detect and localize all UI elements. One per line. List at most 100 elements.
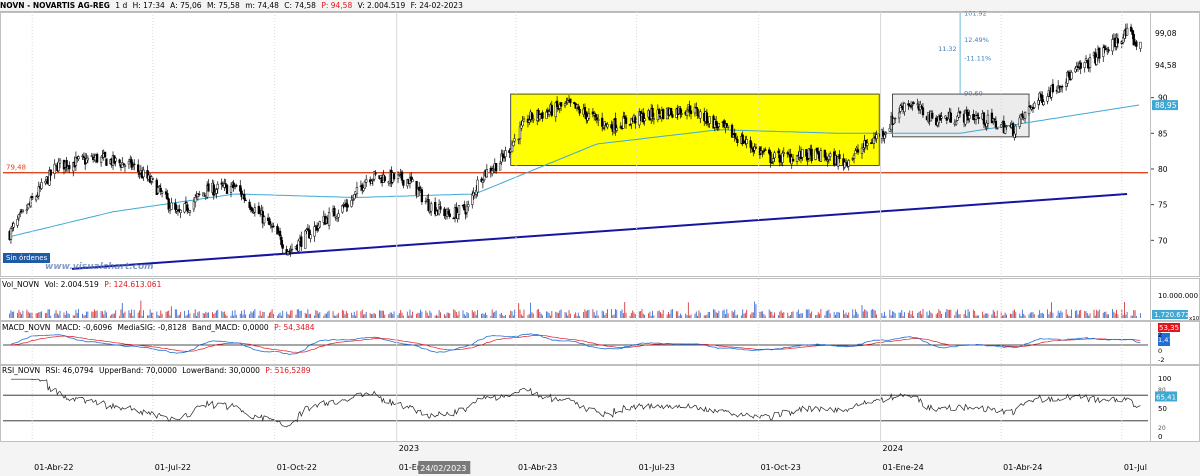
- candle-body: [893, 117, 897, 120]
- candle-body: [838, 154, 841, 160]
- candle-body: [118, 159, 121, 164]
- candle-body: [1086, 60, 1089, 64]
- candle-body: [773, 152, 776, 159]
- candle-body: [467, 204, 470, 208]
- rsi-tag-20: 20: [1158, 425, 1166, 432]
- candle-body: [658, 108, 661, 115]
- rsi-tick-label: 100: [1158, 375, 1171, 383]
- candle-body: [82, 156, 86, 158]
- candle-body: [365, 179, 368, 183]
- candle-body: [862, 147, 865, 150]
- candle-body: [1037, 100, 1040, 105]
- candle-body: [363, 181, 367, 189]
- volume-tick-label: 10.000.000: [1158, 292, 1198, 300]
- candle-body: [958, 111, 962, 114]
- candle-body: [652, 118, 656, 120]
- candle-body: [911, 104, 914, 106]
- fib-label: 90.60: [964, 89, 983, 97]
- price-tick-label: 80: [1158, 165, 1168, 174]
- candle-body: [782, 152, 785, 155]
- candle-body: [628, 124, 632, 126]
- candle-body: [95, 154, 99, 163]
- candle-body: [875, 134, 878, 139]
- candle-body: [448, 213, 451, 217]
- candle-body: [750, 147, 754, 149]
- candle-body: [550, 104, 553, 116]
- candle-body: [651, 107, 654, 118]
- candle-body: [1033, 102, 1036, 108]
- candle-body: [428, 211, 431, 213]
- candle-body: [235, 185, 238, 187]
- candle-body: [17, 214, 21, 219]
- candle-body: [430, 203, 433, 212]
- candle-body: [1021, 113, 1024, 118]
- candle-body: [940, 116, 943, 119]
- candle-body: [481, 180, 485, 183]
- candle-body: [194, 197, 197, 203]
- candle-body: [313, 226, 316, 237]
- candle-body: [825, 156, 828, 161]
- candle-body: [137, 164, 140, 173]
- candle-body: [58, 159, 62, 164]
- candle-body: [897, 112, 901, 119]
- macd-tick-label: 2: [1158, 331, 1162, 339]
- candle-body: [188, 210, 192, 213]
- candle-body: [465, 205, 469, 213]
- price-chart[interactable]: 79,48101.9212.49%11.32-11.11%90.60908580…: [0, 0, 1200, 476]
- candle-body: [705, 112, 709, 124]
- vol-name: Vol_NOVN: [2, 280, 40, 289]
- candle-body: [268, 218, 271, 226]
- candle-body: [530, 112, 534, 120]
- candle-body: [498, 163, 502, 171]
- candle-body: [844, 160, 848, 163]
- candle-body: [1070, 72, 1073, 80]
- candle-body: [954, 121, 958, 125]
- candle-body: [53, 163, 56, 174]
- candle-body: [517, 138, 520, 141]
- candle-body: [883, 134, 886, 139]
- candle-body: [114, 157, 117, 162]
- candle-body: [615, 127, 618, 131]
- candle-body: [829, 153, 832, 157]
- candle-body: [476, 179, 479, 193]
- candle-body: [452, 217, 455, 220]
- macd-name: MACD_NOVN: [2, 323, 51, 332]
- candle-body: [1111, 39, 1114, 52]
- candle-body: [396, 174, 400, 179]
- candle-body: [974, 115, 978, 120]
- candle-body: [248, 201, 251, 208]
- year-label: 2023: [399, 444, 419, 453]
- candle-body: [262, 216, 266, 224]
- candle-body: [908, 104, 911, 107]
- candle-body: [68, 165, 71, 170]
- candle-body: [772, 158, 775, 162]
- candle-body: [411, 179, 414, 182]
- candle-body: [304, 230, 307, 249]
- candle-body: [400, 171, 404, 181]
- candle-body: [103, 151, 107, 158]
- candle-body: [355, 187, 359, 194]
- candle-body: [158, 185, 161, 187]
- x-tick-label: 01-Jul-23: [639, 463, 675, 472]
- candle-body: [297, 240, 300, 252]
- candle-body: [44, 180, 47, 184]
- candle-body: [1004, 126, 1007, 134]
- candle-body: [122, 163, 125, 166]
- candle-body: [513, 138, 516, 142]
- candle-body: [541, 112, 544, 119]
- candle-body: [912, 102, 915, 104]
- candle-body: [594, 114, 597, 117]
- candle-body: [166, 193, 169, 200]
- candle-body: [34, 196, 38, 201]
- candle-body: [994, 120, 998, 128]
- fib-label: -11.11%: [964, 55, 991, 63]
- candle-body: [972, 114, 975, 120]
- macd-tick-label: 0: [1158, 347, 1162, 355]
- candle-body: [817, 150, 820, 155]
- candle-body: [777, 150, 780, 154]
- rsi-name: RSI_NOVN: [2, 366, 41, 375]
- volume-pane-title: Vol_NOVN Vol: 2.004.519 P: 124.613.061: [2, 280, 164, 289]
- candle-body: [569, 98, 572, 104]
- candle-body: [167, 198, 170, 210]
- macd-band: Band_MACD: 0,0000: [192, 323, 269, 332]
